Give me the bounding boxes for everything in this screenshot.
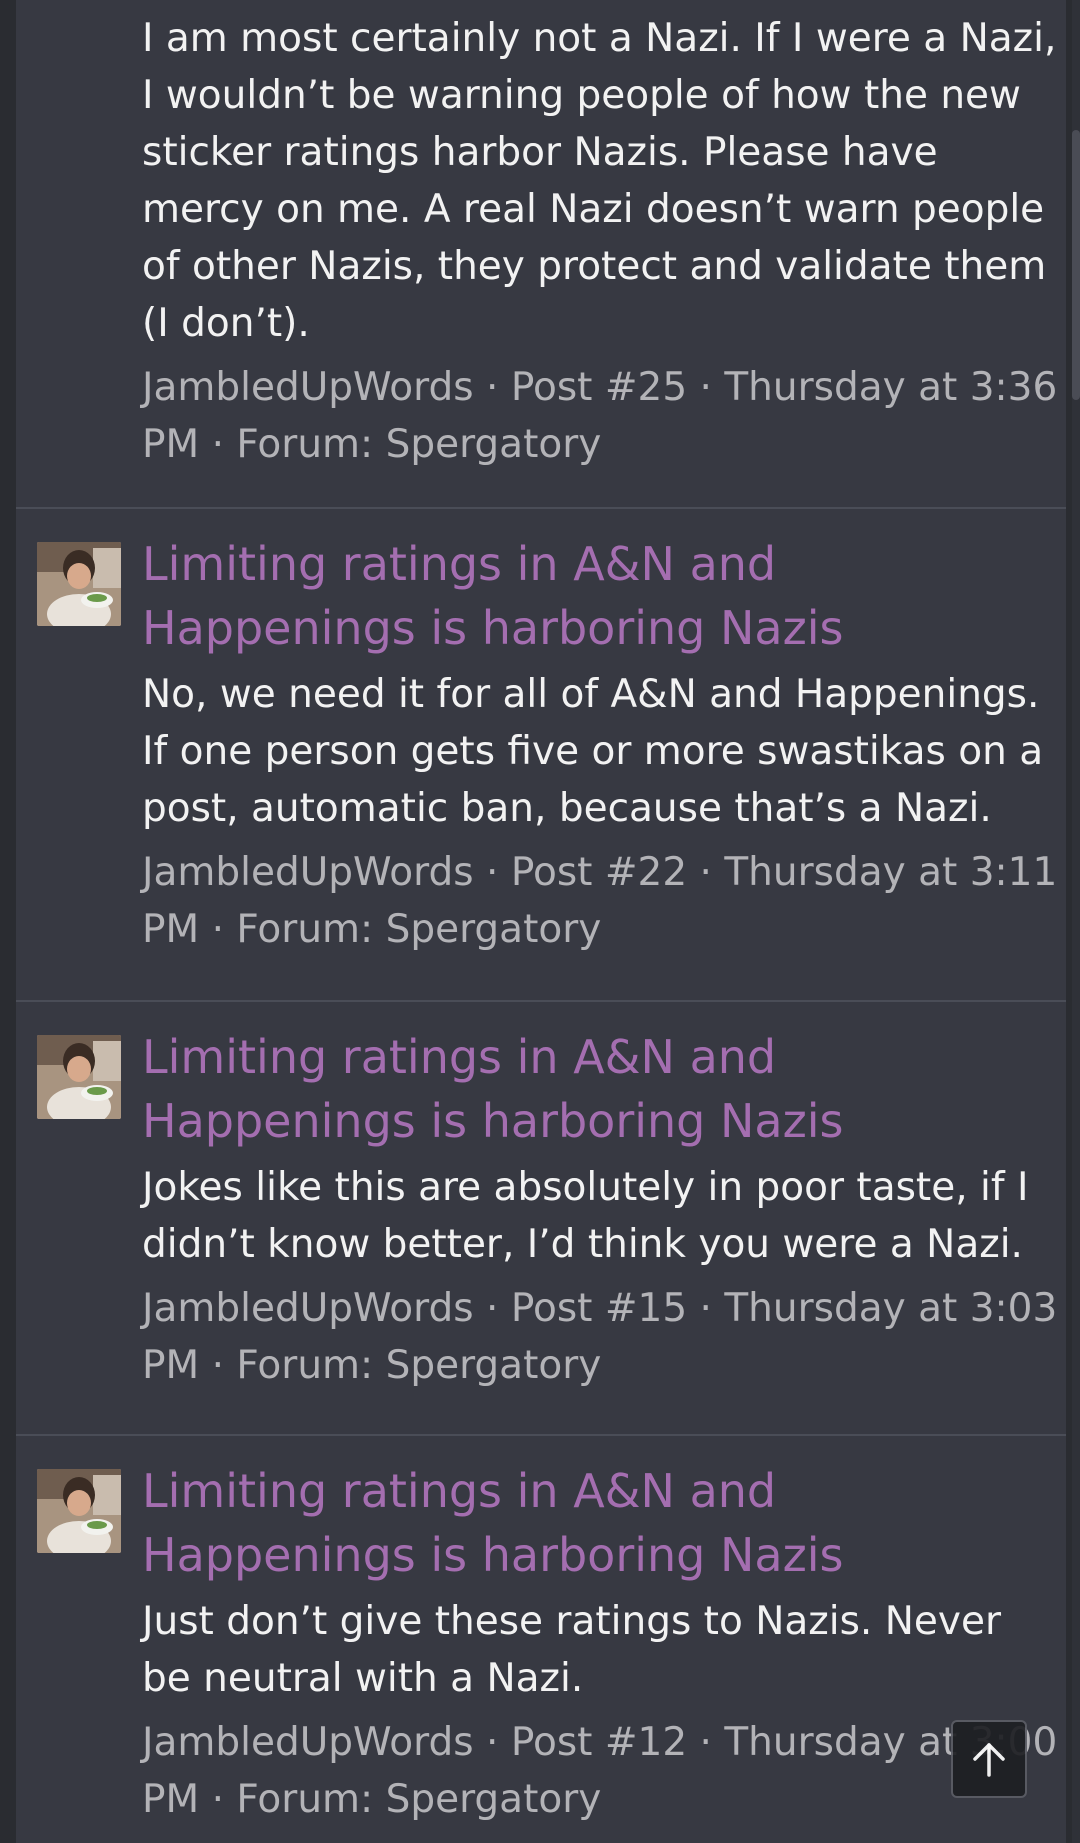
search-result: I am most certainly not a Nazi. If I wer… <box>16 0 1066 509</box>
search-result: Limiting ratings in A&N and Happenings i… <box>16 1002 1066 1436</box>
author-link[interactable]: JambledUpWords <box>142 850 474 895</box>
meta-separator: · <box>699 1720 712 1765</box>
result-snippet: Jokes like this are absolutely in poor t… <box>142 1165 1029 1267</box>
result-snippet: Just don’t give these ratings to Nazis. … <box>142 1599 1001 1701</box>
arrow-up-icon <box>973 1743 1005 1777</box>
avatar-image <box>37 1469 121 1553</box>
author-link[interactable]: JambledUpWords <box>142 1720 474 1765</box>
meta-separator: · <box>486 1286 499 1331</box>
forum-link[interactable]: Forum: Spergatory <box>236 1777 601 1822</box>
post-number: Post #22 <box>510 850 688 895</box>
result-snippet: No, we need it for all of A&N and Happen… <box>142 672 1044 831</box>
meta-separator: · <box>211 1343 224 1388</box>
meta-separator: · <box>211 422 224 467</box>
meta-separator: · <box>699 365 712 410</box>
result-body: Limiting ratings in A&N and Happenings i… <box>142 532 1062 958</box>
author-link[interactable]: JambledUpWords <box>142 365 474 410</box>
post-number: Post #15 <box>510 1286 688 1331</box>
forum-link[interactable]: Forum: Spergatory <box>236 907 601 952</box>
result-body: Limiting ratings in A&N and Happenings i… <box>142 1459 1062 1828</box>
forum-link[interactable]: Forum: Spergatory <box>236 1343 601 1388</box>
post-number: Post #12 <box>510 1720 688 1765</box>
scrollbar-thumb[interactable] <box>1072 130 1080 400</box>
author-link[interactable]: JambledUpWords <box>142 1286 474 1331</box>
result-title-link[interactable]: Limiting ratings in A&N and Happenings i… <box>142 532 1062 660</box>
meta-separator: · <box>486 1720 499 1765</box>
scroll-to-top-button[interactable] <box>951 1720 1027 1798</box>
meta-separator: · <box>486 365 499 410</box>
avatar[interactable] <box>37 1469 121 1553</box>
avatar-image <box>37 1035 121 1119</box>
result-title-link[interactable]: Limiting ratings in A&N and Happenings i… <box>142 1459 1062 1587</box>
avatar-image <box>37 542 121 626</box>
meta-separator: · <box>699 850 712 895</box>
result-body: Limiting ratings in A&N and Happenings i… <box>142 1025 1062 1394</box>
result-meta: JambledUpWords · Post #25 · Thursday at … <box>142 359 1062 473</box>
meta-separator: · <box>486 850 499 895</box>
result-snippet: I am most certainly not a Nazi. If I wer… <box>142 16 1057 346</box>
result-body: I am most certainly not a Nazi. If I wer… <box>142 10 1062 473</box>
avatar[interactable] <box>37 1035 121 1119</box>
post-number: Post #25 <box>510 365 688 410</box>
result-meta: JambledUpWords · Post #22 · Thursday at … <box>142 844 1062 958</box>
meta-separator: · <box>211 907 224 952</box>
scrollbar[interactable] <box>1072 0 1080 1843</box>
result-meta: JambledUpWords · Post #15 · Thursday at … <box>142 1280 1062 1394</box>
search-result: Limiting ratings in A&N and Happenings i… <box>16 509 1066 1002</box>
result-meta: JambledUpWords · Post #12 · Thursday at … <box>142 1714 1062 1828</box>
avatar[interactable] <box>37 542 121 626</box>
search-result: Limiting ratings in A&N and Happenings i… <box>16 1436 1066 1843</box>
meta-separator: · <box>211 1777 224 1822</box>
forum-link[interactable]: Forum: Spergatory <box>236 422 601 467</box>
meta-separator: · <box>699 1286 712 1331</box>
result-title-link[interactable]: Limiting ratings in A&N and Happenings i… <box>142 1025 1062 1153</box>
